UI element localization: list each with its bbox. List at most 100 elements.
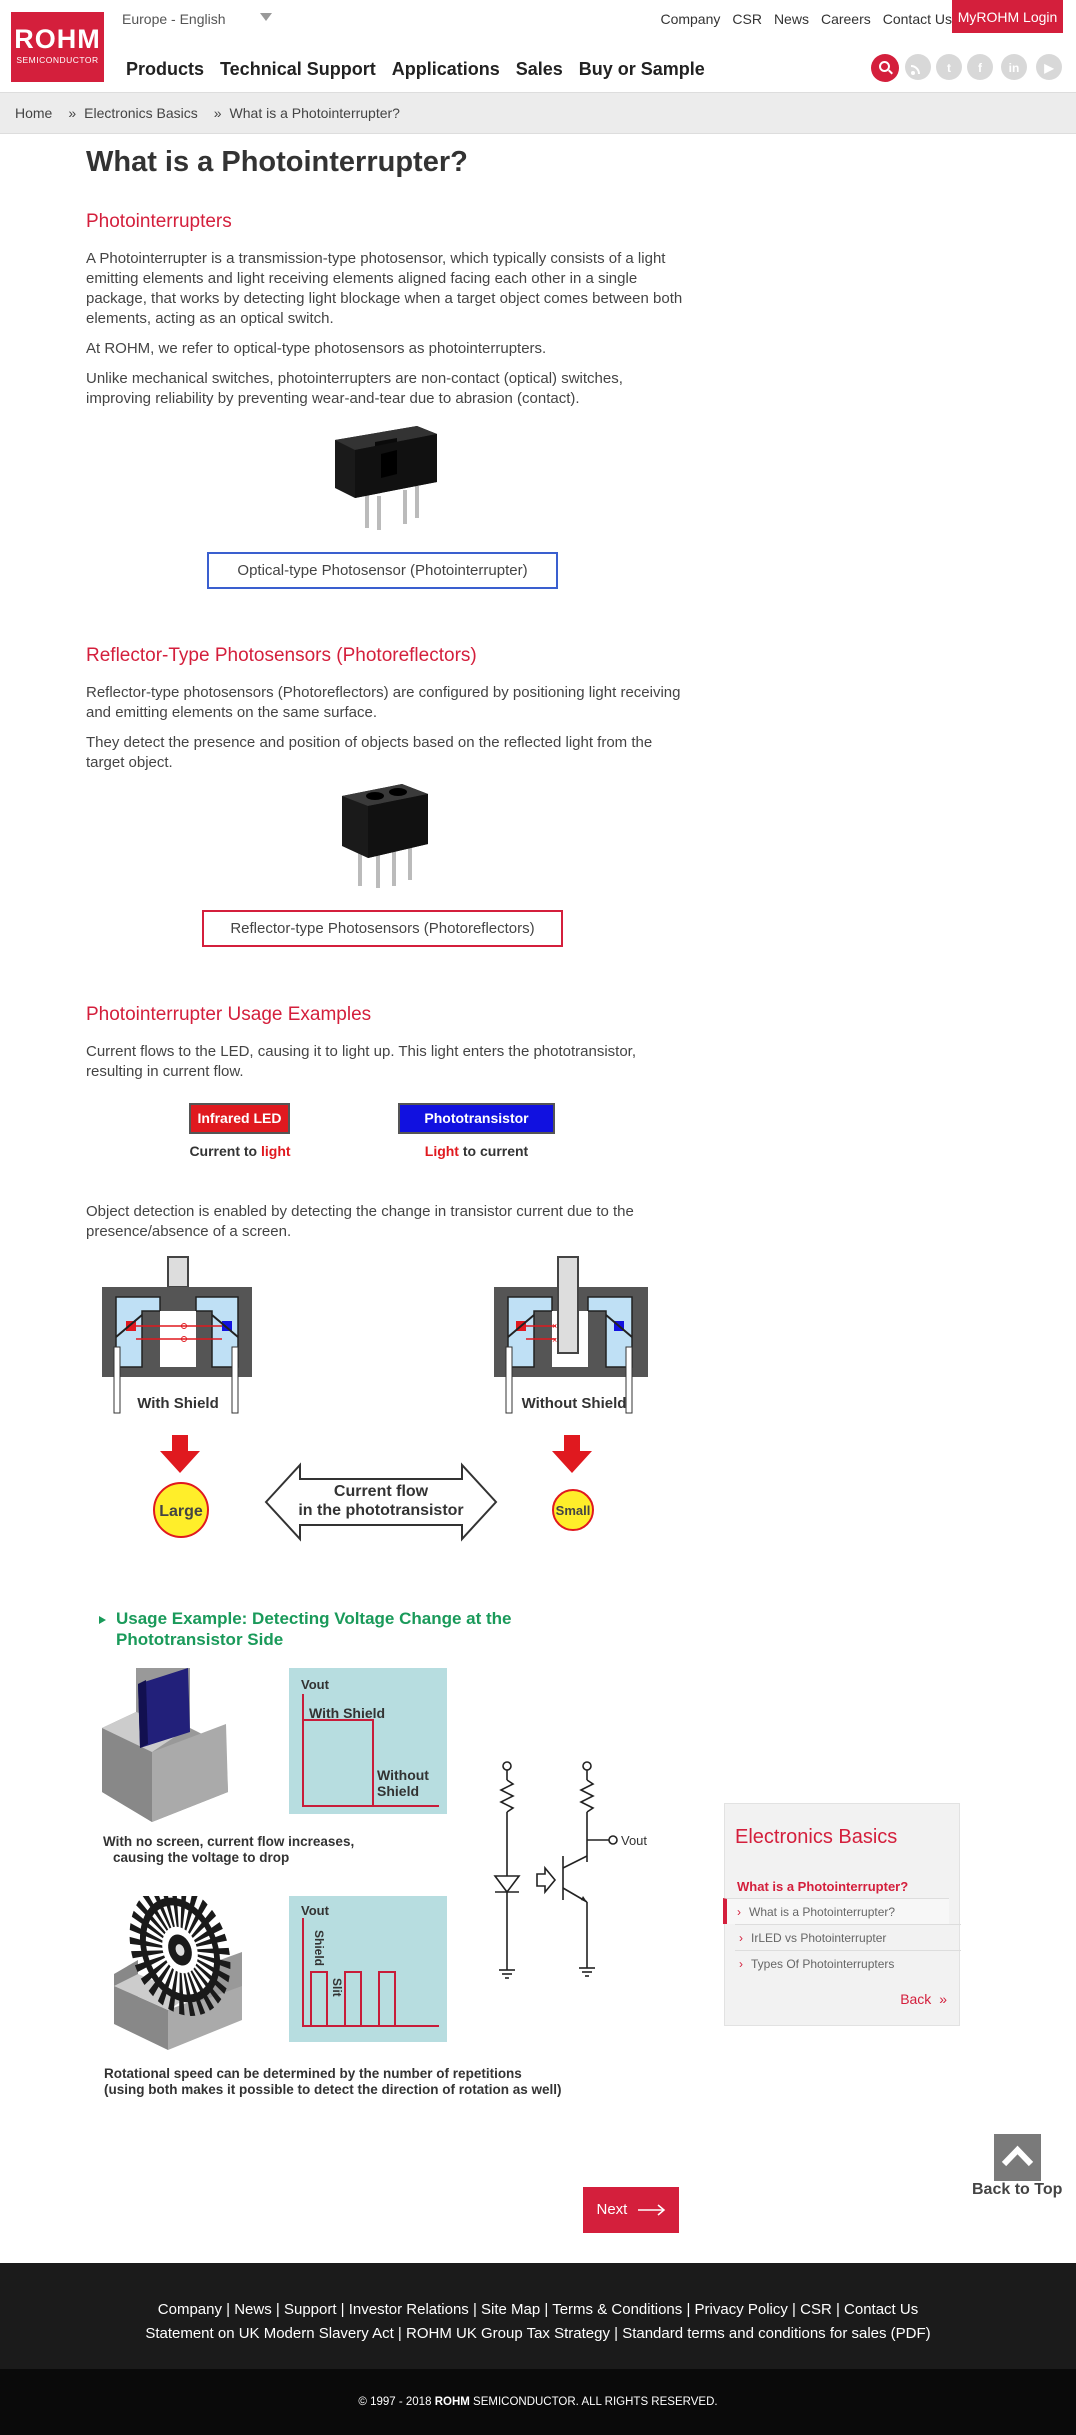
pt-sublabel: Light to current xyxy=(398,1143,555,1159)
with-shield-label: With Shield xyxy=(137,1395,219,1412)
caption-rotational-line2: (using both makes it possible to detect … xyxy=(104,2082,562,2097)
logo-sub: SEMICONDUCTOR xyxy=(16,55,99,65)
paragraph: At ROHM, we refer to optical-type photos… xyxy=(86,340,547,357)
breadcrumb-sep: » xyxy=(68,105,77,121)
sidebar-current-topic[interactable]: What is a Photointerrupter? xyxy=(737,1879,908,1894)
sidebar-back-label: Back xyxy=(900,1991,932,2007)
logo-brand: ROHM xyxy=(14,24,101,54)
caption-rotational-line1: Rotational speed can be determined by th… xyxy=(104,2066,522,2081)
breadcrumb: Home » Electronics Basics » What is a Ph… xyxy=(15,105,400,121)
copyright-text: SEMICONDUCTOR. ALL RIGHTS RESERVED. xyxy=(473,2396,718,2408)
svg-text:t: t xyxy=(947,61,951,75)
arrow-right-icon xyxy=(637,2204,665,2216)
footer-link-tax-strategy[interactable]: ROHM UK Group Tax Strategy xyxy=(406,2325,610,2342)
graph-without-label-2: Shield xyxy=(377,1783,419,1799)
arrow-down-icon xyxy=(160,1435,200,1473)
photointerrupter-product-image xyxy=(335,426,437,530)
chevron-up-icon xyxy=(1001,2145,1034,2167)
caption-rotational-speed: Rotational speed can be determined by th… xyxy=(104,2066,562,2098)
electronics-basics-sidebar: Electronics Basics What is a Photointerr… xyxy=(723,1803,961,2026)
caption-no-screen-line2: causing the voltage to drop xyxy=(113,1850,290,1865)
breadcrumb-current: What is a Photointerrupter? xyxy=(229,105,400,121)
footer-link-terms[interactable]: Terms & Conditions xyxy=(552,2301,682,2318)
usage-example-title: Usage Example: Detecting Voltage Change … xyxy=(116,1608,512,1650)
sidebar-item-types-of-photointerrupters[interactable]: › Types Of Photointerrupters xyxy=(735,1950,961,1976)
rotary-encoder-illustration xyxy=(114,1896,242,2050)
breadcrumb-electronics-basics[interactable]: Electronics Basics xyxy=(84,105,198,121)
copyright: © 1997 - 2018 ROHM SEMICONDUCTOR. ALL RI… xyxy=(0,2369,1076,2435)
footer-link-modern-slavery[interactable]: Statement on UK Modern Slavery Act xyxy=(145,2325,393,2342)
nav-products[interactable]: Products xyxy=(126,59,204,80)
sidebar-item-label: Types Of Photointerrupters xyxy=(751,1957,895,1971)
double-chevron-right-icon: » xyxy=(939,1991,947,2007)
top-links: Company CSR News Careers Contact Us xyxy=(660,11,952,27)
chevron-right-icon: › xyxy=(737,1905,741,1919)
graph-without-label-1: Without xyxy=(377,1767,429,1783)
svg-text:in: in xyxy=(1009,61,1020,75)
footer-link-site-map[interactable]: Site Map xyxy=(481,2301,540,2318)
vout-axis-label: Vout xyxy=(301,1903,330,1918)
region-selector[interactable]: Europe - English xyxy=(122,11,226,27)
paragraph: Reflector-type photosensors (Photoreflec… xyxy=(86,684,681,721)
top-link-careers[interactable]: Careers xyxy=(821,11,871,27)
usage-example-title-line2: Phototransistor Side xyxy=(116,1630,284,1649)
footer-link-contact[interactable]: Contact Us xyxy=(844,2301,918,2318)
small-label: Small xyxy=(556,1503,591,1518)
footer-link-company[interactable]: Company xyxy=(158,2301,222,2318)
paragraph: Object detection is enabled by detecting… xyxy=(86,1203,634,1240)
footer-link-csr[interactable]: CSR xyxy=(800,2301,832,2318)
breadcrumb-sep: » xyxy=(213,105,222,121)
usage-example-title-line1: Usage Example: Detecting Voltage Change … xyxy=(116,1609,512,1628)
top-link-company[interactable]: Company xyxy=(660,11,720,27)
pt-sublabel-a: Light xyxy=(424,1143,459,1159)
graph2-slit-label: Slit xyxy=(330,1978,344,1997)
back-to-top-label[interactable]: Back to Top xyxy=(972,2181,1062,2199)
flow-label-line2: in the phototransistor xyxy=(298,1502,463,1519)
chevron-down-icon[interactable] xyxy=(260,13,272,21)
footer-link-news[interactable]: News xyxy=(234,2301,272,2318)
vout-axis-label: Vout xyxy=(301,1677,330,1692)
svg-text:×: × xyxy=(552,1335,557,1345)
shield-detection-diagram: With Shield × × Without Shield Large Sma… xyxy=(102,1256,648,1542)
photoreflector-product-image xyxy=(342,784,428,888)
breadcrumb-home[interactable]: Home xyxy=(15,105,52,121)
svg-text:▶: ▶ xyxy=(1043,61,1054,75)
nav-sales[interactable]: Sales xyxy=(516,59,563,80)
shield-block-illustration xyxy=(102,1668,228,1822)
without-shield-sensor: × × xyxy=(494,1256,648,1414)
large-label: Large xyxy=(159,1503,203,1520)
with-shield-sensor xyxy=(102,1256,252,1414)
copyright-years: © 1997 - 2018 xyxy=(358,2396,432,2408)
top-link-csr[interactable]: CSR xyxy=(732,11,762,27)
sidebar-item-irled-vs-photointerrupter[interactable]: › IrLED vs Photointerrupter xyxy=(735,1924,961,1950)
footer: Company | News | Support | Investor Rela… xyxy=(0,2263,1076,2369)
footer-link-support[interactable]: Support xyxy=(284,2301,337,2318)
footer-link-terms-sales[interactable]: Standard terms and conditions for sales … xyxy=(622,2325,930,2342)
myrohm-login-button[interactable]: MyROHM Login xyxy=(952,0,1063,33)
footer-link-privacy[interactable]: Privacy Policy xyxy=(695,2301,788,2318)
sidebar-item-label: IrLED vs Photointerrupter xyxy=(751,1931,887,1945)
search-icon[interactable] xyxy=(871,54,899,82)
top-link-news[interactable]: News xyxy=(774,11,809,27)
next-button[interactable]: Next xyxy=(583,2187,679,2233)
caption-no-screen: With no screen, current flow increases, … xyxy=(103,1834,354,1866)
back-to-top-button[interactable] xyxy=(994,2134,1041,2181)
phototransistor-label: Phototransistor xyxy=(398,1103,555,1134)
section-title-usage-examples: Photointerrupter Usage Examples xyxy=(86,1004,372,1025)
main-nav: Products Technical Support Applications … xyxy=(126,59,705,80)
triangle-bullet-icon xyxy=(99,1616,106,1624)
nav-applications[interactable]: Applications xyxy=(392,59,500,80)
sidebar-item-what-is-photointerrupter[interactable]: › What is a Photointerrupter? xyxy=(723,1898,949,1924)
chevron-right-icon: › xyxy=(739,1931,743,1945)
top-link-contact[interactable]: Contact Us xyxy=(883,11,952,27)
footer-links-row2: Statement on UK Modern Slavery Act | ROH… xyxy=(145,2325,931,2342)
vout-graph-1-svg: Vout With Shield Without Shield xyxy=(301,1677,439,1807)
caption-no-screen-line1: With no screen, current flow increases, xyxy=(103,1834,355,1849)
paragraph: Unlike mechanical switches, photointerru… xyxy=(86,370,623,407)
rohm-logo[interactable]: ROHM SEMICONDUCTOR xyxy=(11,12,104,82)
nav-buy-or-sample[interactable]: Buy or Sample xyxy=(579,59,705,80)
caption-optical-type: Optical-type Photosensor (Photointerrupt… xyxy=(207,552,558,589)
sidebar-back-link[interactable]: Back » xyxy=(900,1991,947,2007)
nav-technical-support[interactable]: Technical Support xyxy=(220,59,376,80)
footer-link-investor-relations[interactable]: Investor Relations xyxy=(349,2301,469,2318)
